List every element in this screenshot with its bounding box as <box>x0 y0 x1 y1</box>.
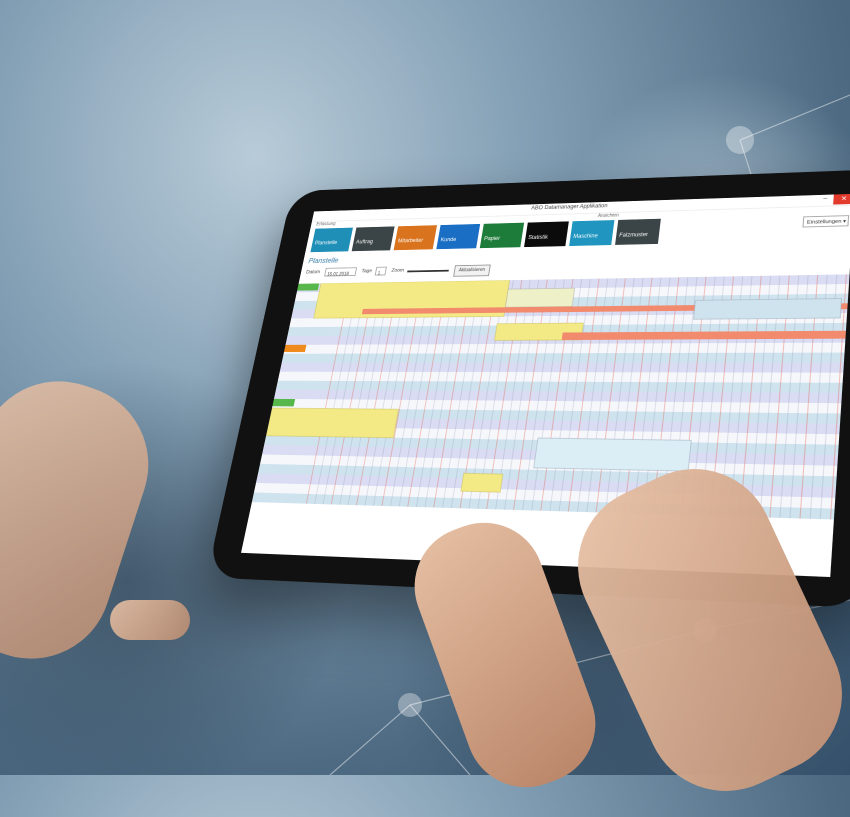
tile-label: Mitarbeiter <box>397 238 424 245</box>
tile-label: Planstelle <box>314 240 338 247</box>
group-label-erfassung: Erfassung <box>315 221 336 228</box>
tile-label: Papier <box>483 236 501 242</box>
tile-falzmuster[interactable]: Falzmuster <box>615 218 661 245</box>
tile-label: Statistik <box>527 235 549 241</box>
tile-papier[interactable]: Papier <box>479 222 525 249</box>
date-label: Datum <box>305 269 321 276</box>
tile-label: Kunde <box>440 237 457 244</box>
gantt-bar-pale <box>505 288 574 307</box>
tile-mitarbeiter[interactable]: Mitarbeiter <box>393 225 438 251</box>
days-value: 1 <box>377 271 381 277</box>
group-label-ansichten: Ansichten <box>597 212 620 219</box>
gantt-bar-blue <box>693 299 841 320</box>
tile-label: Maschine <box>572 233 599 240</box>
tile-auftrag[interactable]: Auftrag <box>351 226 395 252</box>
gantt-bar-blue <box>534 438 692 471</box>
close-button[interactable]: ✕ <box>833 193 850 205</box>
chevron-down-icon: ▾ <box>842 218 847 225</box>
tile-statistik[interactable]: Statistik <box>524 221 569 248</box>
date-field[interactable]: 16.01.2018 <box>324 267 358 278</box>
refresh-button[interactable]: Aktualisieren <box>453 264 491 277</box>
gantt-bar-yellow <box>266 408 398 438</box>
minimize-button[interactable]: – <box>823 196 828 203</box>
gantt-row-tag <box>283 344 307 352</box>
tile-maschine[interactable]: Maschine <box>569 220 615 247</box>
tile-label: Falzmuster <box>618 232 649 239</box>
days-label: Tage <box>360 268 373 275</box>
gantt-bar-yellow <box>461 473 503 492</box>
tile-kunde[interactable]: Kunde <box>436 223 481 250</box>
tile-planstelle[interactable]: Planstelle <box>310 227 353 253</box>
settings-label: Einstellungen <box>806 219 842 226</box>
days-stepper[interactable]: 1 <box>374 266 387 277</box>
date-value: 16.01.2018 <box>326 271 350 278</box>
zoom-label: Zoom <box>390 268 405 274</box>
gantt-row-tag <box>272 398 296 407</box>
zoom-slider[interactable] <box>407 269 449 273</box>
gantt-row-tag <box>297 283 320 291</box>
settings-dropdown[interactable]: Einstellungen ▾ <box>802 215 850 228</box>
tile-label: Auftrag <box>355 239 374 246</box>
